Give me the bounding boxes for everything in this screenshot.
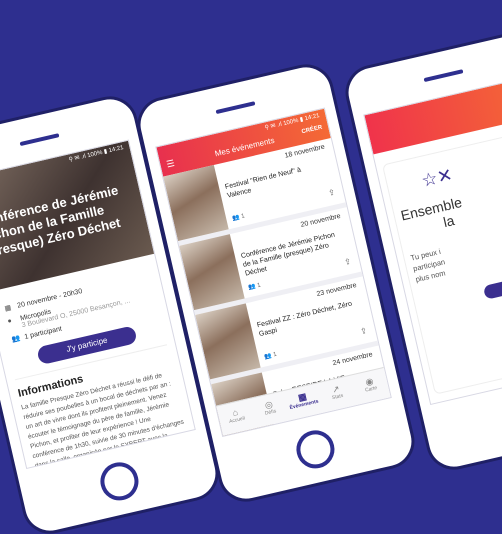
event-participant-count: 👥 1 <box>232 212 246 222</box>
event-name: Conférence de Jérémie Pichon de la Famil… <box>240 231 336 278</box>
event-name: Festival "Rien de Neuf" à Valence <box>224 166 302 200</box>
people-icon: 👥 <box>263 352 273 361</box>
people-icon: 👥 <box>231 214 241 223</box>
tab-label: Défis <box>264 408 277 417</box>
participant-count: 1 <box>240 213 246 221</box>
people-icon: 👥 <box>247 283 257 292</box>
phone-speaker <box>19 133 60 147</box>
event-thumbnail <box>195 303 261 380</box>
event-participant-count: 👥 1 <box>264 351 278 361</box>
calendar-icon: ▦ <box>3 304 13 313</box>
event-title: Conférence de Jérémie Pichon de la Famil… <box>0 182 122 261</box>
onboarding-title-line2: la <box>441 212 456 231</box>
phone-speaker <box>423 69 464 83</box>
onboarding-card: ☆✕ Ensemble la Tu peux i participan plus no… <box>381 125 502 395</box>
share-icon[interactable]: ⇪ <box>327 188 336 198</box>
event-participant-count: 👥 1 <box>248 282 262 292</box>
tab-carte[interactable]: ◉ Carte <box>350 368 390 405</box>
share-icon[interactable]: ⇪ <box>359 326 368 336</box>
event-name: Festival ZZ : Zéro Déchet, Zéro Gaspi <box>256 300 353 339</box>
home-button[interactable] <box>96 458 143 505</box>
people-icon: 👥 <box>11 335 22 344</box>
home-button[interactable] <box>292 426 339 473</box>
event-participants: 1 participant <box>23 325 63 341</box>
event-thumbnail <box>163 164 229 241</box>
share-icon[interactable]: ⇪ <box>343 257 352 267</box>
community-icon: ☆✕ <box>419 164 455 191</box>
event-thumbnail <box>179 234 245 311</box>
participant-count: 1 <box>272 351 278 359</box>
scene: ⚲ ✉ .ıl 100% ▮ 14:21 Conférence de Jérém… <box>0 0 502 534</box>
location-pin-icon: ● <box>6 317 13 326</box>
participant-count: 1 <box>256 282 262 290</box>
tab-label: Carte <box>364 385 378 394</box>
onboarding-button[interactable] <box>482 272 502 300</box>
phone-speaker <box>215 101 256 115</box>
tab-label: Stats <box>331 392 344 402</box>
